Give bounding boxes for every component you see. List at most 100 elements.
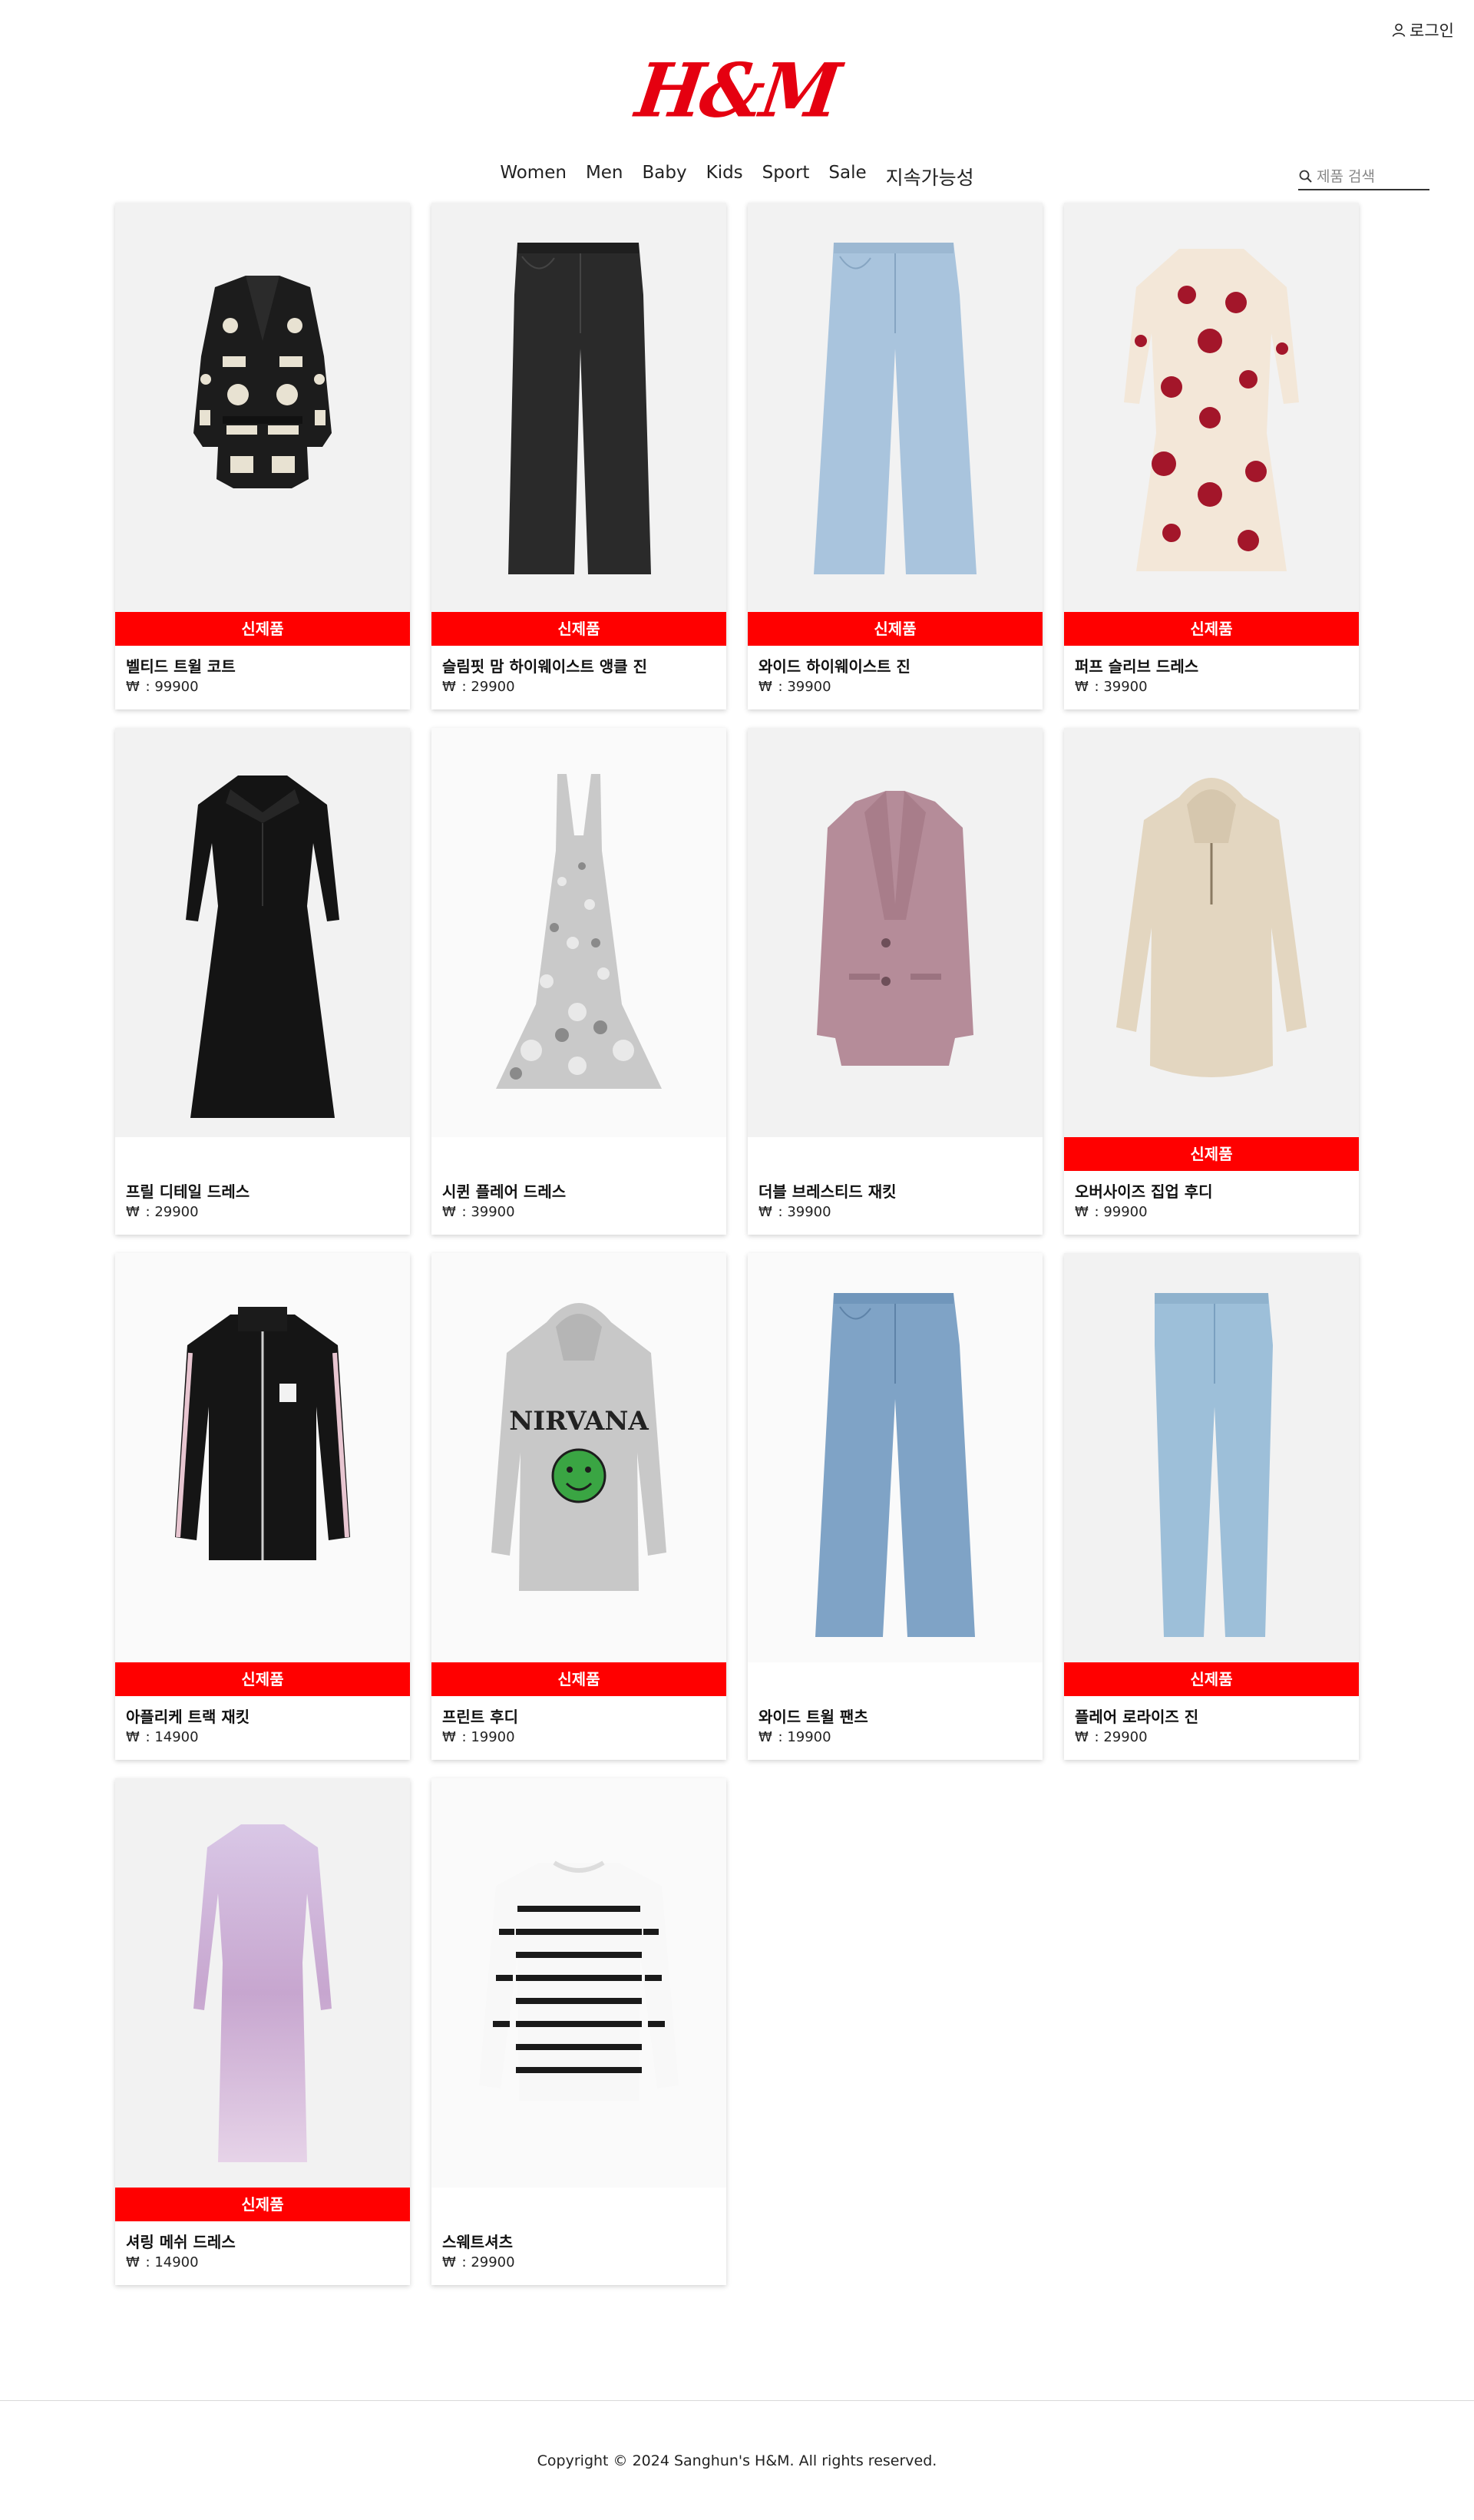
product-name[interactable]: 와이드 트윌 팬츠 (758, 1705, 868, 1727)
product-image[interactable] (748, 1253, 1043, 1662)
product-card[interactable]: 신제품슬림핏 맘 하이웨이스트 앵클 진 ₩ : 29900 (431, 203, 726, 709)
new-badge: 신제품 (115, 2188, 410, 2221)
product-image[interactable] (431, 728, 726, 1137)
product-price: ₩ : 39900 (442, 1204, 515, 1220)
price-value: 19900 (787, 1729, 831, 1745)
logo-text: H&M (631, 47, 843, 134)
product-name[interactable]: 아플리케 트랙 재킷 (126, 1705, 250, 1727)
product-price: ₩ : 39900 (758, 1204, 831, 1220)
currency-symbol: ₩ (126, 1204, 140, 1220)
currency-symbol: ₩ (126, 679, 140, 695)
search-icon[interactable] (1298, 169, 1314, 184)
product-card[interactable]: 더블 브레스티드 재킷 ₩ : 39900 (748, 728, 1043, 1235)
product-price: ₩ : 29900 (1075, 1729, 1148, 1745)
new-badge: 신제품 (431, 1662, 726, 1696)
nav-item-women[interactable]: Women (500, 163, 567, 190)
product-price: ₩ : 14900 (126, 2254, 199, 2270)
product-card[interactable]: 스웨트셔츠 ₩ : 29900 (431, 1778, 726, 2285)
new-badge: 신제품 (1064, 1137, 1359, 1171)
price-value: 99900 (154, 679, 199, 695)
product-price: ₩ : 39900 (758, 679, 831, 695)
footer: Copyright © 2024 Sanghun's H&M. All righ… (0, 2400, 1474, 2520)
product-price: ₩ : 19900 (442, 1729, 515, 1745)
nav-item-sustainability[interactable]: 지속가능성 (886, 163, 974, 190)
product-name[interactable]: 오버사이즈 집업 후디 (1075, 1179, 1213, 1202)
product-image[interactable] (115, 728, 410, 1137)
product-name[interactable]: 스웨트셔츠 (442, 2230, 513, 2252)
product-name[interactable]: 셔링 메쉬 드레스 (126, 2230, 236, 2252)
price-value: 29900 (471, 2254, 515, 2270)
product-image[interactable]: NIRVANA (431, 1253, 726, 1662)
product-card[interactable]: 신제품셔링 메쉬 드레스 ₩ : 14900 (115, 1778, 410, 2285)
search-box (1298, 164, 1429, 190)
currency-symbol: ₩ (442, 2254, 456, 2270)
price-value: 29900 (154, 1204, 199, 1220)
product-image[interactable] (748, 203, 1043, 612)
nav-item-sport[interactable]: Sport (762, 163, 810, 190)
price-value: 14900 (154, 1729, 199, 1745)
product-price: ₩ : 29900 (442, 679, 515, 695)
product-card[interactable]: 신제품 와이드 하이웨이스트 진 ₩ : 39900 (748, 203, 1043, 709)
product-grid: 신제품 벨티드 트윌 코트 ₩ : 99900 신제품 슬림핏 맘 하이웨이스트 앵클… (115, 203, 1359, 2285)
nav-item-kids[interactable]: Kids (706, 163, 743, 190)
nav-item-men[interactable]: Men (586, 163, 623, 190)
new-badge: 신제품 (1064, 612, 1359, 646)
product-card[interactable]: 신제품 오버사이즈 집업 후디 ₩ : 99900 (1064, 728, 1359, 1235)
product-price: ₩ : 14900 (126, 1729, 199, 1745)
product-image[interactable] (431, 1778, 726, 2188)
product-name[interactable]: 플레어 로라이즈 진 (1075, 1705, 1198, 1727)
product-name[interactable]: 와이드 하이웨이스트 진 (758, 654, 911, 676)
product-name[interactable]: 벨티드 트윌 코트 (126, 654, 236, 676)
currency-symbol: ₩ (758, 1204, 772, 1220)
product-image[interactable] (1064, 1253, 1359, 1662)
new-badge: 신제품 (115, 1662, 410, 1696)
product-card[interactable]: 시퀸 플레어 드레스 ₩ : 39900 (431, 728, 726, 1235)
product-name[interactable]: 시퀸 플레어 드레스 (442, 1179, 566, 1202)
price-value: 14900 (154, 2254, 199, 2270)
price-value: 29900 (1103, 1729, 1148, 1745)
nav-item-sale[interactable]: Sale (828, 163, 866, 190)
product-name[interactable]: 더블 브레스티드 재킷 (758, 1179, 897, 1202)
new-badge: 신제품 (1064, 1662, 1359, 1696)
currency-symbol: ₩ (126, 1729, 140, 1745)
currency-symbol: ₩ (1075, 679, 1089, 695)
product-card[interactable]: NIRVANA 신제품프린트 후디 ₩ : 19900 (431, 1253, 726, 1760)
brand-logo[interactable]: H&M (0, 47, 1474, 134)
currency-symbol: ₩ (758, 1729, 772, 1745)
price-value: 29900 (471, 679, 515, 695)
new-badge: 신제품 (431, 612, 726, 646)
product-image[interactable] (115, 1253, 410, 1662)
login-button[interactable]: 로그인 (1391, 18, 1454, 41)
product-card[interactable]: 프릴 디테일 드레스 ₩ : 29900 (115, 728, 410, 1235)
nav-item-baby[interactable]: Baby (643, 163, 687, 190)
product-card[interactable]: 신제품아플리케 트랙 재킷 ₩ : 14900 (115, 1253, 410, 1760)
new-badge: 신제품 (115, 612, 410, 646)
product-price: ₩ : 39900 (1075, 679, 1148, 695)
product-card[interactable]: 와이드 트윌 팬츠 ₩ : 19900 (748, 1253, 1043, 1760)
product-name[interactable]: 퍼프 슬리브 드레스 (1075, 654, 1198, 676)
product-price: ₩ : 29900 (442, 2254, 515, 2270)
product-image[interactable] (115, 1778, 410, 2188)
svg-text:NIRVANA: NIRVANA (509, 1406, 649, 1437)
product-price: ₩ : 19900 (758, 1729, 831, 1745)
product-name[interactable]: 슬림핏 맘 하이웨이스트 앵클 진 (442, 654, 647, 676)
product-name[interactable]: 프린트 후디 (442, 1705, 518, 1727)
product-image[interactable] (748, 728, 1043, 1137)
user-icon (1392, 23, 1406, 37)
product-card[interactable]: 신제품플레어 로라이즈 진 ₩ : 29900 (1064, 1253, 1359, 1760)
login-label: 로그인 (1410, 21, 1454, 40)
product-image[interactable] (431, 203, 726, 612)
price-value: 39900 (471, 1204, 515, 1220)
product-image[interactable] (1064, 203, 1359, 612)
currency-symbol: ₩ (758, 679, 772, 695)
product-image[interactable] (1064, 728, 1359, 1137)
product-image[interactable] (115, 203, 410, 612)
currency-symbol: ₩ (442, 679, 456, 695)
product-card[interactable]: 신제품벨티드 트윌 코트 ₩ : 99900 (115, 203, 410, 709)
currency-symbol: ₩ (1075, 1204, 1089, 1220)
product-card[interactable]: 신제품퍼프 슬리브 드레스 ₩ : 39900 (1064, 203, 1359, 709)
price-value: 39900 (1103, 679, 1148, 695)
product-name[interactable]: 프릴 디테일 드레스 (126, 1179, 250, 1202)
product-price: ₩ : 99900 (126, 679, 199, 695)
search-input[interactable] (1317, 168, 1424, 185)
